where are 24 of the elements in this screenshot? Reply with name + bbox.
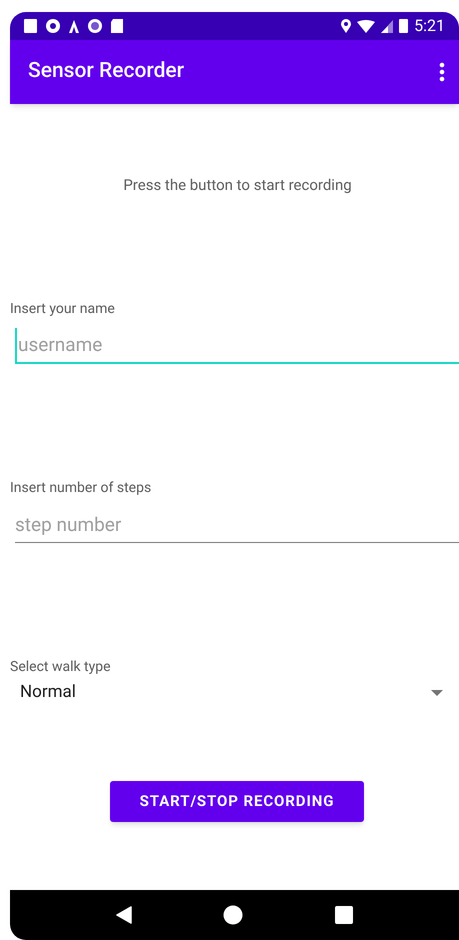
- instruction-text: Press the button to start recording: [123, 175, 352, 196]
- ring-app-icon: [46, 19, 60, 33]
- sd-card-icon: [111, 19, 123, 33]
- caret-app-icon: [69, 20, 79, 32]
- wifi-icon: [357, 20, 376, 32]
- clock: 5:21: [414, 15, 445, 37]
- battery-icon: [399, 19, 408, 33]
- field-label: Insert your name: [10, 300, 115, 318]
- more-options-icon[interactable]: [439, 62, 445, 82]
- start-stop-recording-button[interactable]: START/STOP RECORDING: [110, 780, 364, 822]
- app-title: Sensor Recorder: [28, 58, 186, 86]
- dropdown-caret-icon: [431, 690, 443, 696]
- home-icon[interactable]: [223, 905, 244, 925]
- recents-icon[interactable]: [335, 906, 354, 924]
- field-label: Select walk type: [10, 658, 111, 676]
- input-field[interactable]: username: [15, 328, 459, 364]
- input-field[interactable]: step number: [15, 506, 459, 542]
- location-icon: [341, 19, 352, 33]
- walk-type-dropdown[interactable]: Normal: [10, 678, 459, 708]
- back-icon[interactable]: [116, 906, 132, 924]
- field-label: Insert number of steps: [10, 478, 152, 498]
- circle-app-icon: [88, 19, 102, 33]
- square-app-icon: [24, 19, 37, 33]
- signal-icon: [381, 20, 394, 32]
